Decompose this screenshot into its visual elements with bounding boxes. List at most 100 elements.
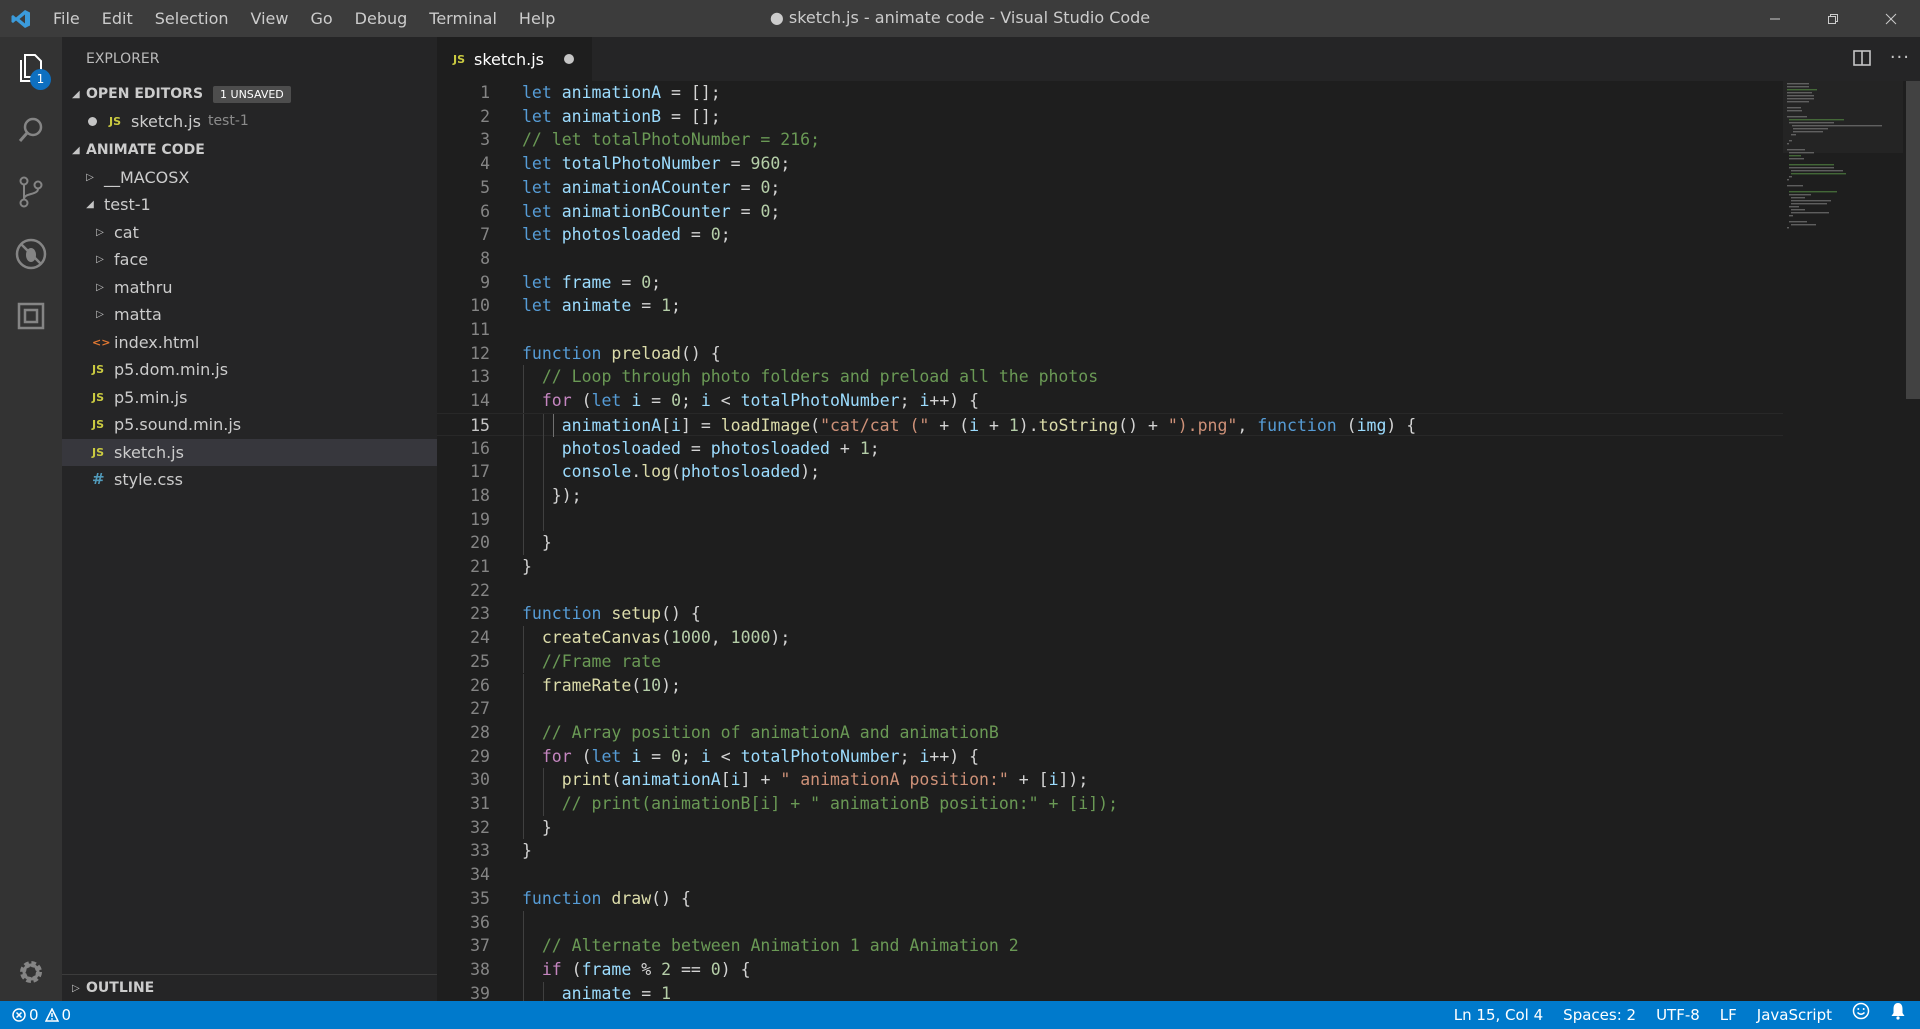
code-line: 24 createCanvas(1000, 1000); [437, 626, 1783, 650]
code-line: 29 for (let i = 0; i < totalPhotoNumber;… [437, 744, 1783, 769]
folder-header[interactable]: ◢ ANIMATE CODE [62, 137, 437, 164]
warning-icon [44, 1008, 59, 1022]
code-line: 23 function setup() { [470, 604, 701, 624]
end-of-line[interactable]: LF [1710, 1001, 1747, 1029]
open-editors-header[interactable]: ◢ OPEN EDITORS 1 UNSAVED [62, 81, 437, 108]
menu-edit[interactable]: Edit [91, 0, 144, 37]
vscode-logo-icon [0, 0, 42, 37]
code-line: 13 // Loop through photo folders and pre… [437, 365, 1783, 390]
outline-header[interactable]: ▷ OUTLINE [62, 975, 437, 1002]
html-file-icon: <> [92, 335, 111, 349]
more-actions-icon[interactable]: ··· [1890, 47, 1910, 68]
menu-view[interactable]: View [240, 0, 300, 37]
code-line: 38 if (frame % 2 == 0) { [437, 957, 1783, 982]
unsaved-badge: 1 UNSAVED [213, 86, 291, 103]
debug-button[interactable] [0, 223, 62, 285]
code-line: 26 frameRate(10); [437, 673, 1783, 698]
chevron-down-icon: ◢ [72, 89, 80, 100]
gear-icon [20, 961, 42, 983]
code-line: 35 function draw() { [470, 888, 691, 908]
explorer-button[interactable]: 1 [0, 37, 62, 99]
code-line: 7 let photosloaded = 0; [480, 225, 731, 245]
tree-file-style-css[interactable]: # style.css [62, 466, 437, 494]
tree-item-label: matta [114, 305, 162, 324]
tree-file-p5-sound[interactable]: JS p5.sound.min.js [62, 411, 437, 439]
close-icon [1885, 13, 1897, 24]
js-file-icon: JS [92, 390, 105, 404]
tree-file-p5-dom[interactable]: JS p5.dom.min.js [62, 356, 437, 384]
code-line: 36 [437, 910, 1783, 935]
tree-folder-face[interactable]: ▷ face [62, 246, 437, 274]
code-line: 34 [470, 865, 490, 885]
problems-indicator[interactable]: 0 0 [12, 1001, 71, 1029]
menu-file[interactable]: File [42, 0, 91, 37]
error-icon [12, 1008, 26, 1022]
code-line: 3// let totalPhotoNumber = 216; [480, 130, 821, 150]
debug-icon [15, 238, 47, 270]
tree-file-index-html[interactable]: <> index.html [62, 329, 437, 357]
search-icon [18, 117, 43, 142]
menu-selection[interactable]: Selection [144, 0, 240, 37]
restore-icon [1828, 13, 1838, 24]
code-line: 18 }); [437, 483, 1783, 508]
chevron-right-icon: ▷ [72, 983, 80, 994]
menu-debug[interactable]: Debug [344, 0, 419, 37]
unsaved-dot-icon[interactable] [564, 54, 574, 64]
code-line: 1 let animationA = []; [480, 83, 721, 102]
language-mode[interactable]: JavaScript [1747, 1001, 1842, 1029]
open-editors-title: OPEN EDITORS [86, 86, 204, 102]
tree-item-label: p5.min.js [114, 387, 188, 407]
tree-item-label: sketch.js [114, 442, 184, 462]
menu-go[interactable]: Go [299, 0, 343, 37]
scrollbar-thumb[interactable] [1906, 81, 1920, 399]
source-control-icon [19, 176, 43, 208]
feedback-smiley-icon[interactable] [1842, 1001, 1880, 1029]
tab-label: sketch.js [474, 49, 544, 69]
open-editor-item[interactable]: JS sketch.js test-1 [62, 108, 437, 136]
warning-count: 0 [61, 1006, 72, 1024]
minimize-button[interactable] [1746, 0, 1804, 37]
close-button[interactable] [1862, 0, 1920, 37]
tree-folder-cat[interactable]: ▷ cat [62, 219, 437, 247]
tree-item-label: __MACOSX [104, 167, 190, 187]
minimap[interactable] [1783, 81, 1903, 1001]
notifications-bell-icon[interactable] [1880, 1001, 1920, 1029]
cursor-position[interactable]: Ln 15, Col 4 [1444, 1001, 1553, 1029]
tree-folder-macosx[interactable]: ▷ __MACOSX [62, 164, 437, 192]
code-line: 9 let frame = 0; [480, 272, 662, 292]
manage-button[interactable] [0, 941, 62, 1003]
code-line: 22 [470, 580, 490, 600]
encoding[interactable]: UTF-8 [1646, 1001, 1710, 1029]
search-button[interactable] [0, 99, 62, 161]
chevron-right-icon: ▷ [86, 171, 94, 183]
tab-bar: JS sketch.js ··· [437, 37, 1920, 81]
chevron-right-icon: ▷ [96, 226, 104, 238]
open-editor-folder: test-1 [207, 113, 249, 129]
menu-help[interactable]: Help [508, 0, 566, 37]
tree-folder-test-1[interactable]: ◢ test-1 [62, 191, 437, 219]
code-line: 27 [437, 697, 1783, 721]
tree-folder-mathru[interactable]: ▷ mathru [62, 274, 437, 302]
source-control-button[interactable] [0, 161, 62, 223]
code-line: 28 // Array position of animationA and a… [437, 720, 1783, 745]
js-file-icon: JS [453, 52, 466, 66]
window-controls [1746, 0, 1920, 37]
outline-title: OUTLINE [86, 980, 155, 996]
status-right: Ln 15, Col 4 Spaces: 2 UTF-8 LF JavaScri… [1444, 1001, 1920, 1029]
tab-sketch-js[interactable]: JS sketch.js [437, 37, 592, 81]
code-editor[interactable]: 1 let animationA = []; 2 let animationB = … [437, 81, 1920, 1001]
tree-file-sketch[interactable]: JS sketch.js [62, 438, 437, 466]
vertical-scrollbar[interactable] [1906, 81, 1920, 1001]
js-file-icon: JS [109, 115, 122, 128]
restore-button[interactable] [1804, 0, 1862, 37]
indentation[interactable]: Spaces: 2 [1553, 1001, 1646, 1029]
code-line: 17 console.log(photosloaded); [437, 460, 1783, 484]
menu-terminal[interactable]: Terminal [418, 0, 508, 37]
tree-file-p5-min[interactable]: JS p5.min.js [62, 384, 437, 412]
tree-folder-matta[interactable]: ▷ matta [62, 301, 437, 329]
code-line: 19 [437, 507, 1783, 532]
code-line: 25 //Frame rate [437, 649, 1783, 674]
split-editor-icon[interactable] [1852, 48, 1872, 72]
extensions-button[interactable] [0, 285, 62, 347]
code-line: 14 for (let i = 0; i < totalPhotoNumber;… [437, 389, 1783, 413]
